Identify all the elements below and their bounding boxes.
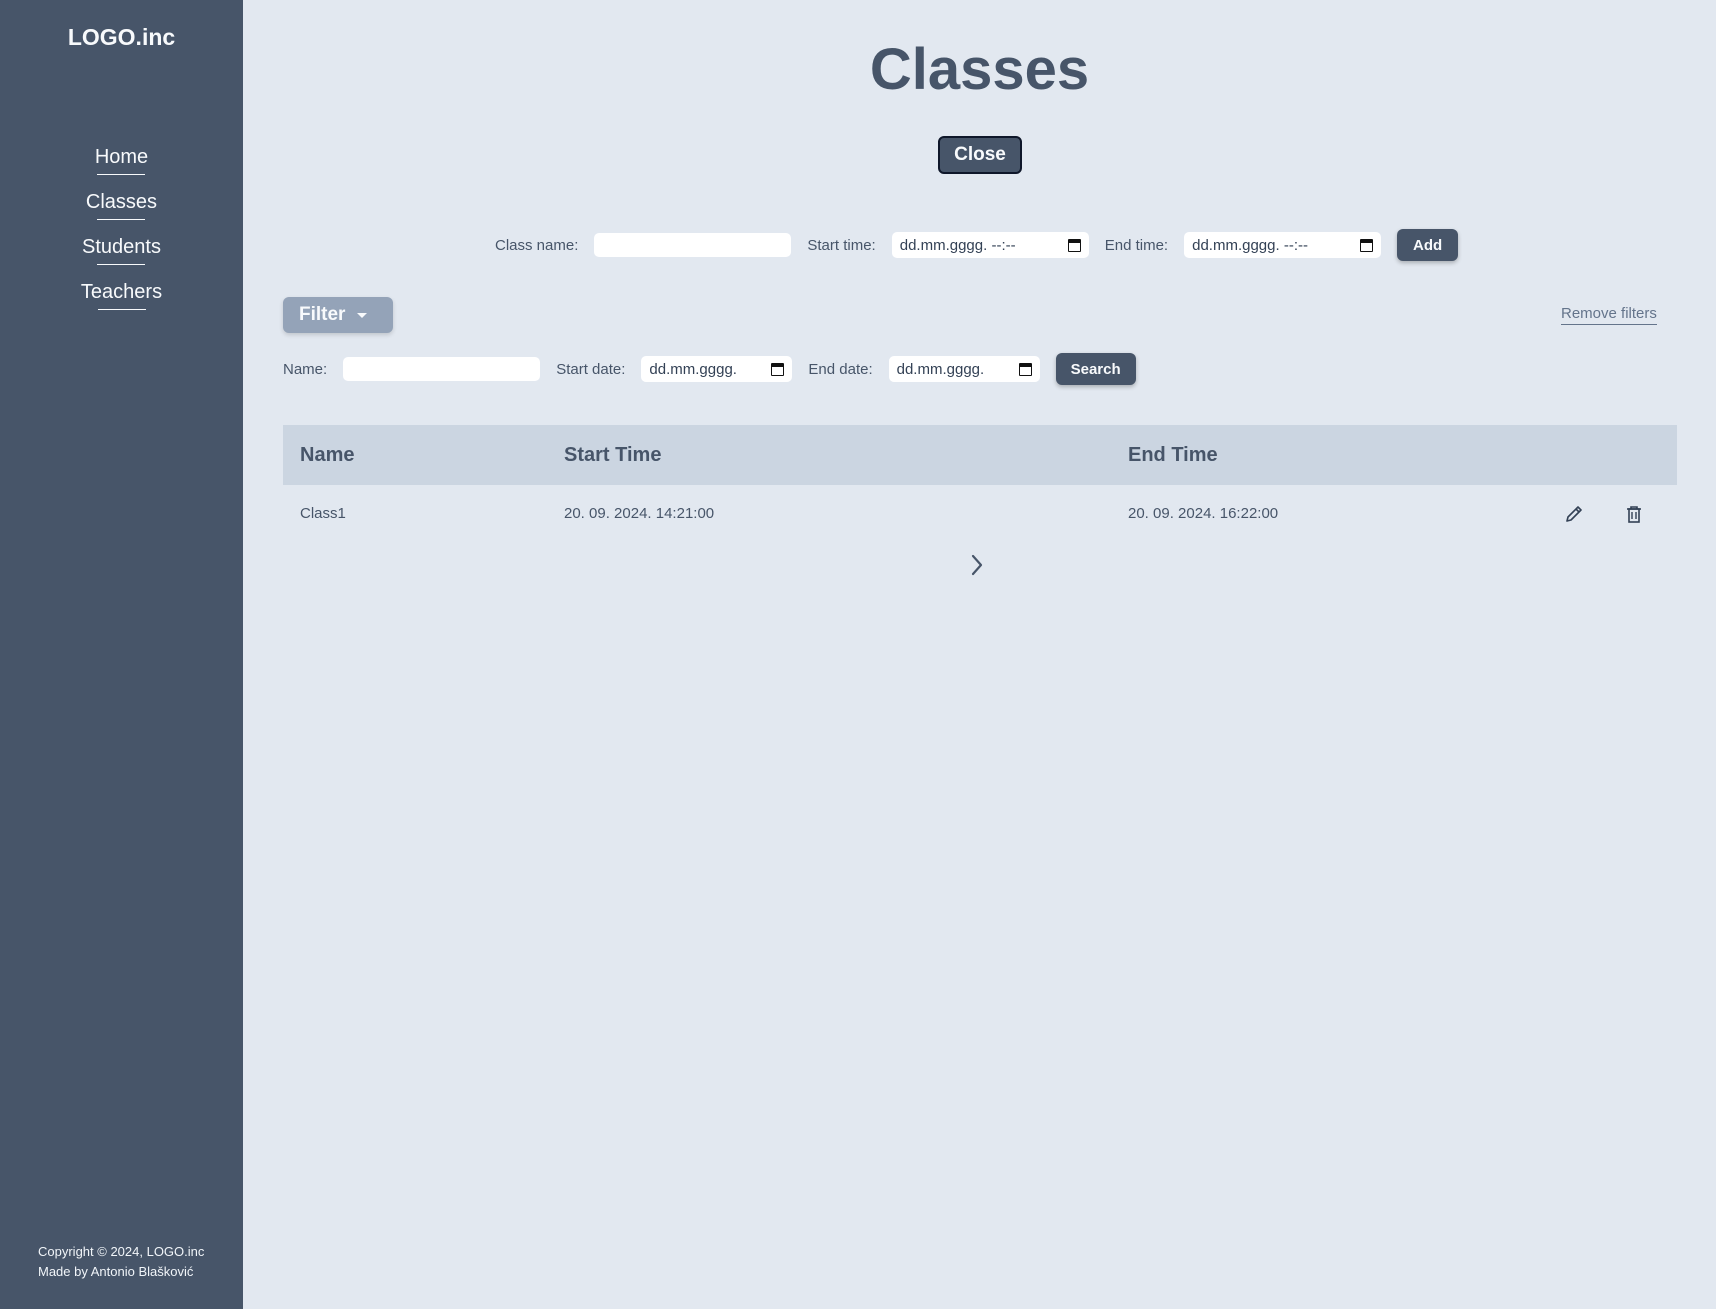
filter-label: Filter: [299, 304, 346, 325]
main-content: Classes Close Class name: Start time: dd…: [243, 0, 1716, 1309]
table-header: Name Start Time End Time: [283, 425, 1677, 485]
add-button[interactable]: Add: [1397, 229, 1459, 261]
calendar-icon[interactable]: [1018, 362, 1032, 376]
add-class-form: Class name: Start time: dd.mm.gggg. --:-…: [495, 229, 1459, 261]
cell-end-time: 20. 09. 2024. 16:22:00: [1128, 505, 1279, 522]
header-start-time[interactable]: Start Time: [564, 444, 661, 467]
classes-table: Name Start Time End Time Class1 20. 09. …: [283, 425, 1677, 543]
end-time-input[interactable]: dd.mm.gggg. --:--: [1184, 232, 1382, 258]
filter-dropdown-button[interactable]: Filter: [283, 297, 393, 333]
cell-start-time: 20. 09. 2024. 14:21:00: [564, 505, 715, 522]
remove-filters-link[interactable]: Remove filters: [1561, 305, 1657, 325]
copyright-text: Copyright © 2024, LOGO.inc: [38, 1244, 205, 1259]
sidebar: LOGO.inc Home Classes Students Teachers …: [0, 0, 243, 1309]
calendar-icon[interactable]: [1067, 238, 1081, 252]
sidebar-nav: Home Classes Students Teachers: [0, 146, 243, 326]
sidebar-item-label: Classes: [86, 191, 157, 220]
chevron-right-icon[interactable]: [965, 551, 989, 579]
end-time-placeholder: dd.mm.gggg. --:--: [1192, 236, 1308, 254]
trash-icon[interactable]: [1623, 503, 1645, 525]
sidebar-item-teachers[interactable]: Teachers: [0, 281, 243, 326]
start-date-placeholder: dd.mm.gggg.: [649, 360, 737, 378]
search-button[interactable]: Search: [1055, 353, 1136, 385]
pencil-icon[interactable]: [1563, 503, 1585, 525]
caret-down-icon: [357, 312, 368, 318]
filter-name-label: Name:: [283, 360, 328, 378]
header-end-time[interactable]: End Time: [1128, 444, 1218, 467]
footer: Copyright © 2024, LOGO.inc Made by Anton…: [38, 1242, 204, 1282]
start-time-placeholder: dd.mm.gggg. --:--: [899, 236, 1016, 254]
cell-name: Class1: [300, 505, 346, 522]
page-title: Classes: [869, 37, 1090, 102]
table-row: Class1 20. 09. 2024. 14:21:00 20. 09. 20…: [283, 485, 1677, 543]
start-time-label: Start time:: [807, 236, 876, 254]
sidebar-item-label: Students: [82, 236, 161, 265]
sidebar-item-classes[interactable]: Classes: [0, 191, 243, 236]
end-time-label: End time:: [1104, 236, 1169, 254]
sidebar-item-home[interactable]: Home: [0, 146, 243, 191]
filter-form: Name: Start date: dd.mm.gggg. End date: …: [283, 353, 1136, 385]
end-date-label: End date:: [808, 360, 873, 378]
close-button[interactable]: Close: [938, 136, 1022, 174]
end-date-placeholder: dd.mm.gggg.: [896, 360, 985, 378]
class-name-input[interactable]: [594, 233, 792, 257]
calendar-icon[interactable]: [1360, 238, 1374, 252]
filter-name-input[interactable]: [343, 357, 541, 381]
start-date-label: Start date:: [556, 360, 626, 378]
sidebar-item-label: Home: [95, 146, 148, 175]
sidebar-item-label: Teachers: [81, 281, 162, 310]
end-date-input[interactable]: dd.mm.gggg.: [888, 356, 1040, 382]
start-time-input[interactable]: dd.mm.gggg. --:--: [891, 232, 1089, 258]
sidebar-item-students[interactable]: Students: [0, 236, 243, 281]
author-text: Made by Antonio Blašković: [38, 1264, 194, 1279]
start-date-input[interactable]: dd.mm.gggg.: [641, 356, 793, 382]
header-name[interactable]: Name: [300, 444, 354, 467]
calendar-icon[interactable]: [771, 362, 785, 376]
class-name-label: Class name:: [495, 236, 579, 254]
logo[interactable]: LOGO.inc: [0, 24, 243, 51]
